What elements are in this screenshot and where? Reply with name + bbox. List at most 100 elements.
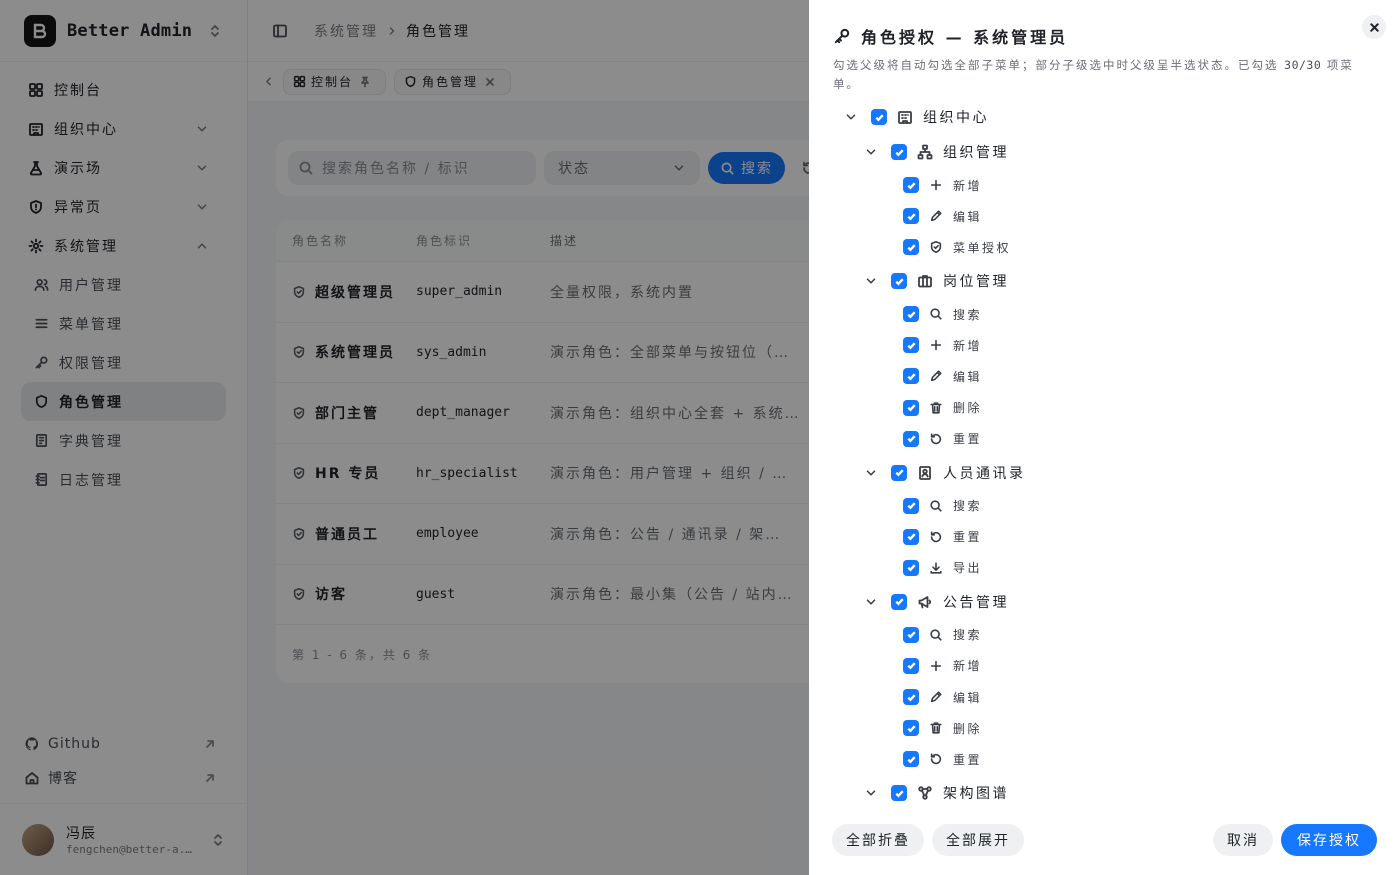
- tree-node-label: 编辑: [953, 690, 983, 705]
- tree-node-label: 公告管理: [943, 594, 1009, 611]
- tree-checkbox[interactable]: [903, 208, 919, 225]
- tree-node-label: 搜索: [953, 628, 983, 643]
- menu-tree: 组织中心 组织管理 新增 编辑 菜单授权 岗位管理 搜索 新增 编辑 删除 重置 人员通讯录 搜索 重置导…: [809, 98, 1400, 804]
- tree-checkbox[interactable]: [903, 657, 919, 674]
- cancel-button[interactable]: 取消: [1213, 824, 1273, 856]
- chevron-down-icon[interactable]: [864, 274, 878, 288]
- tree-checkbox[interactable]: [891, 144, 907, 160]
- tree-node[interactable]: 搜索: [903, 302, 982, 326]
- chevron-down-icon[interactable]: [844, 110, 858, 124]
- tree-node-label: 人员通讯录: [943, 465, 1026, 482]
- plus-icon: [930, 340, 942, 351]
- tree-node-label: 导出: [953, 561, 983, 576]
- tree-checkbox[interactable]: [903, 430, 919, 447]
- graph-icon: [918, 786, 932, 800]
- tree-node[interactable]: 导出: [903, 556, 982, 580]
- tree-checkbox[interactable]: [891, 464, 907, 481]
- tree-node-label: 编辑: [953, 209, 983, 224]
- tree-checkbox[interactable]: [891, 273, 907, 290]
- tree-node-label: 组织管理: [943, 145, 1009, 161]
- tree-node-label: 重置: [953, 530, 983, 545]
- role-authorization-drawer: 角色授权 — 系统管理员 勾选父级将自动勾选全部子菜单；部分子级选中时父级呈半选…: [809, 0, 1400, 875]
- tree-node-label: 新增: [953, 659, 983, 674]
- reset-icon: [930, 432, 942, 444]
- tree-node-label: 删除: [953, 721, 983, 736]
- tree-node-label: 删除: [953, 401, 983, 415]
- tree-node[interactable]: 编辑: [903, 204, 982, 228]
- tree-checkbox[interactable]: [903, 337, 919, 354]
- expand-all-button[interactable]: 全部展开: [932, 824, 1024, 856]
- tree-node[interactable]: 架构图谱: [864, 781, 1009, 804]
- org-chart-icon: [917, 144, 933, 160]
- chevron-down-icon[interactable]: [864, 595, 878, 609]
- contact-book-icon: [919, 465, 931, 480]
- shield-icon: [930, 241, 942, 254]
- download-icon: [930, 562, 942, 574]
- chevron-down-icon[interactable]: [864, 145, 878, 159]
- close-icon: [1369, 22, 1379, 32]
- tree-node[interactable]: 重置: [903, 525, 982, 549]
- tree-node-label: 菜单授权: [953, 240, 1012, 255]
- tree-checkbox[interactable]: [903, 751, 919, 768]
- drawer-header: 角色授权 — 系统管理员 勾选父级将自动勾选全部子菜单；部分子级选中时父级呈半选…: [809, 0, 1400, 94]
- tree-node[interactable]: 组织管理: [864, 140, 1009, 164]
- tree-node-label: 重置: [953, 432, 983, 447]
- tree-node[interactable]: 编辑: [903, 685, 982, 709]
- tree-node[interactable]: 重置: [903, 747, 982, 771]
- tree-checkbox[interactable]: [903, 306, 919, 323]
- tree-node[interactable]: 岗位管理: [864, 269, 1009, 293]
- tree-checkbox[interactable]: [891, 593, 907, 610]
- tree-checkbox[interactable]: [891, 785, 907, 802]
- pencil-icon: [930, 370, 942, 382]
- drawer-description: 勾选父级将自动勾选全部子菜单；部分子级选中时父级呈半选状态。已勾选 30/30 …: [833, 56, 1379, 94]
- drawer-footer: 全部折叠 全部展开 取消 保存授权: [809, 805, 1400, 875]
- tree-node[interactable]: 删除: [903, 716, 982, 740]
- plus-icon: [930, 179, 942, 191]
- drawer-title-text: 角色授权 — 系统管理员: [861, 28, 1069, 47]
- tree-checkbox[interactable]: [903, 559, 919, 576]
- chevron-down-icon[interactable]: [864, 786, 878, 800]
- desc-prefix: 勾选父级将自动勾选全部子菜单；部分子级选中时父级呈半选状态。已勾选: [833, 58, 1285, 72]
- save-authorization-button[interactable]: 保存授权: [1281, 824, 1377, 856]
- tree-node[interactable]: 搜索: [903, 623, 982, 647]
- tree-checkbox[interactable]: [903, 626, 919, 643]
- tree-node[interactable]: 搜索: [903, 494, 982, 518]
- tree-checkbox[interactable]: [903, 399, 919, 416]
- tree-node[interactable]: 组织中心: [844, 105, 989, 129]
- megaphone-icon: [918, 595, 932, 609]
- checked-count: 30/30: [1284, 58, 1322, 72]
- briefcase-icon: [918, 275, 932, 288]
- tree-checkbox[interactable]: [903, 497, 919, 514]
- tree-node[interactable]: 菜单授权: [903, 235, 1011, 259]
- reset-icon: [930, 531, 942, 542]
- tree-checkbox[interactable]: [903, 177, 919, 193]
- key-icon: [834, 28, 850, 44]
- tree-checkbox[interactable]: [903, 720, 919, 737]
- tree-checkbox[interactable]: [903, 689, 919, 705]
- search-icon: [930, 629, 942, 641]
- close-button[interactable]: [1362, 15, 1386, 39]
- tree-node-label: 搜索: [953, 307, 983, 322]
- tree-checkbox[interactable]: [903, 368, 919, 385]
- pencil-icon: [930, 691, 942, 703]
- tree-node[interactable]: 人员通讯录: [864, 461, 1026, 485]
- building-icon: [898, 111, 912, 124]
- tree-checkbox[interactable]: [871, 109, 887, 125]
- tree-node[interactable]: 编辑: [903, 364, 982, 388]
- tree-node[interactable]: 重置: [903, 427, 982, 451]
- tree-node-label: 重置: [953, 752, 983, 767]
- collapse-all-button[interactable]: 全部折叠: [832, 824, 924, 856]
- tree-node-label: 岗位管理: [943, 274, 1009, 291]
- tree-checkbox[interactable]: [903, 528, 919, 545]
- tree-node[interactable]: 新增: [903, 173, 982, 197]
- tree-node-label: 架构图谱: [943, 786, 1009, 803]
- tree-node[interactable]: 新增: [903, 333, 982, 357]
- tree-checkbox[interactable]: [903, 239, 919, 256]
- reset-icon: [930, 753, 942, 765]
- tree-node[interactable]: 公告管理: [864, 590, 1009, 614]
- chevron-down-icon[interactable]: [864, 466, 878, 480]
- tree-node[interactable]: 删除: [903, 396, 982, 420]
- tree-node[interactable]: 新增: [903, 654, 982, 678]
- trash-icon: [930, 401, 942, 414]
- tree-node-label: 新增: [953, 178, 983, 193]
